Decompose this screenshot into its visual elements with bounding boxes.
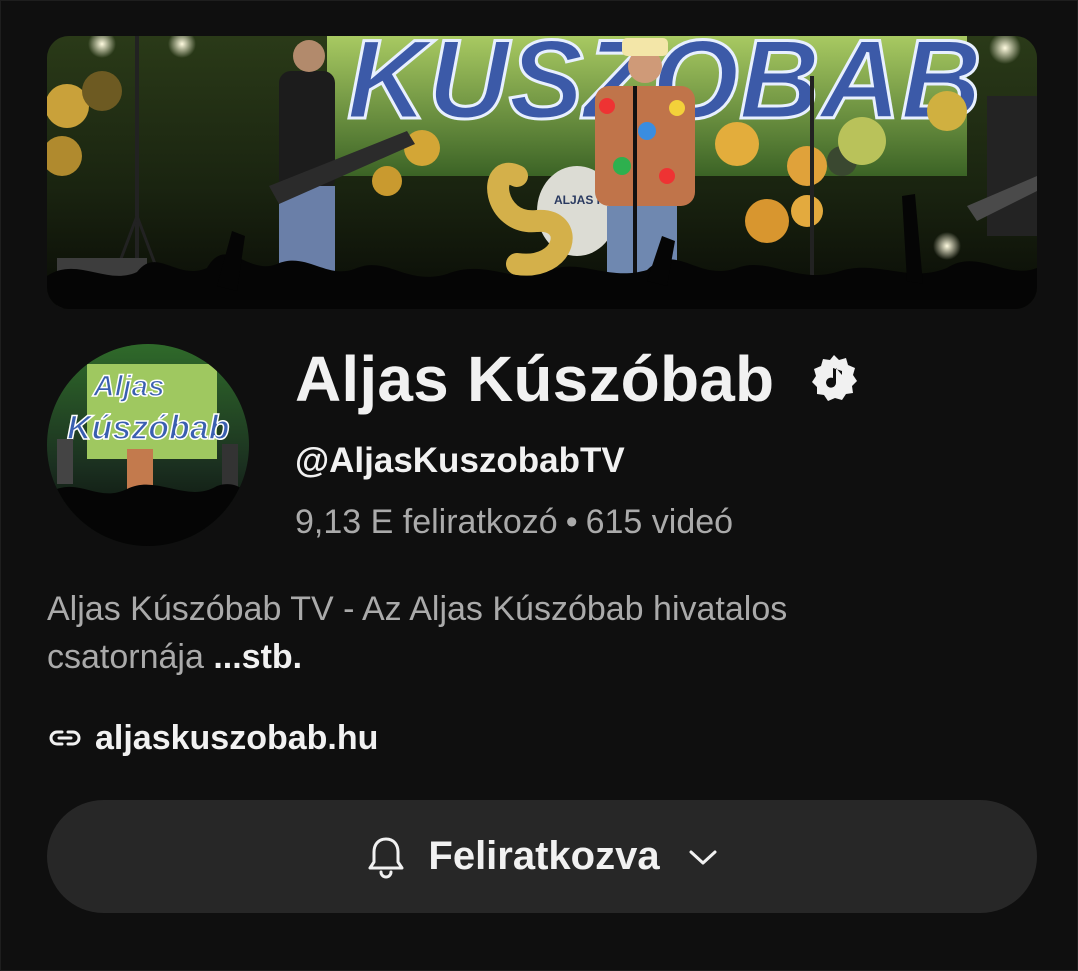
- channel-header: KÚSZÓBAB ALJAS KÚSZÓBAB: [0, 0, 1078, 971]
- bell-icon: [368, 837, 404, 878]
- subscriber-count: 9,13 E feliratkozó: [295, 503, 558, 541]
- channel-link[interactable]: aljaskuszobab.hu: [47, 715, 378, 761]
- video-count: 615 videó: [585, 503, 734, 541]
- channel-description[interactable]: Aljas Kúszóbab TV - Az Aljas Kúszóbab hi…: [47, 585, 947, 681]
- channel-handle: @AljasKuszobabTV: [295, 441, 625, 480]
- description-text: Aljas Kúszóbab TV - Az Aljas Kúszóbab hi…: [47, 590, 788, 676]
- stats-separator: •: [565, 503, 578, 541]
- channel-stats: 9,13 E feliratkozó • 615 videó: [295, 500, 733, 544]
- chevron-down-icon: [689, 850, 717, 864]
- avatar-logo-line1: Aljas: [92, 370, 165, 403]
- channel-name: Aljas Kúszóbab: [295, 343, 775, 415]
- channel-link-text[interactable]: aljaskuszobab.hu: [95, 719, 378, 758]
- subscribed-button[interactable]: Feliratkozva: [47, 800, 1037, 913]
- subscribed-label: Feliratkozva: [428, 834, 660, 878]
- channel-avatar[interactable]: Aljas Kúszóbab: [47, 344, 249, 546]
- avatar-logo-line2: Kúszóbab: [67, 409, 229, 447]
- description-more-link[interactable]: ...stb.: [213, 638, 302, 676]
- channel-banner: KÚSZÓBAB ALJAS KÚSZÓBAB: [47, 36, 1037, 309]
- link-icon: [49, 730, 81, 746]
- music-note-verified-icon: [812, 355, 857, 401]
